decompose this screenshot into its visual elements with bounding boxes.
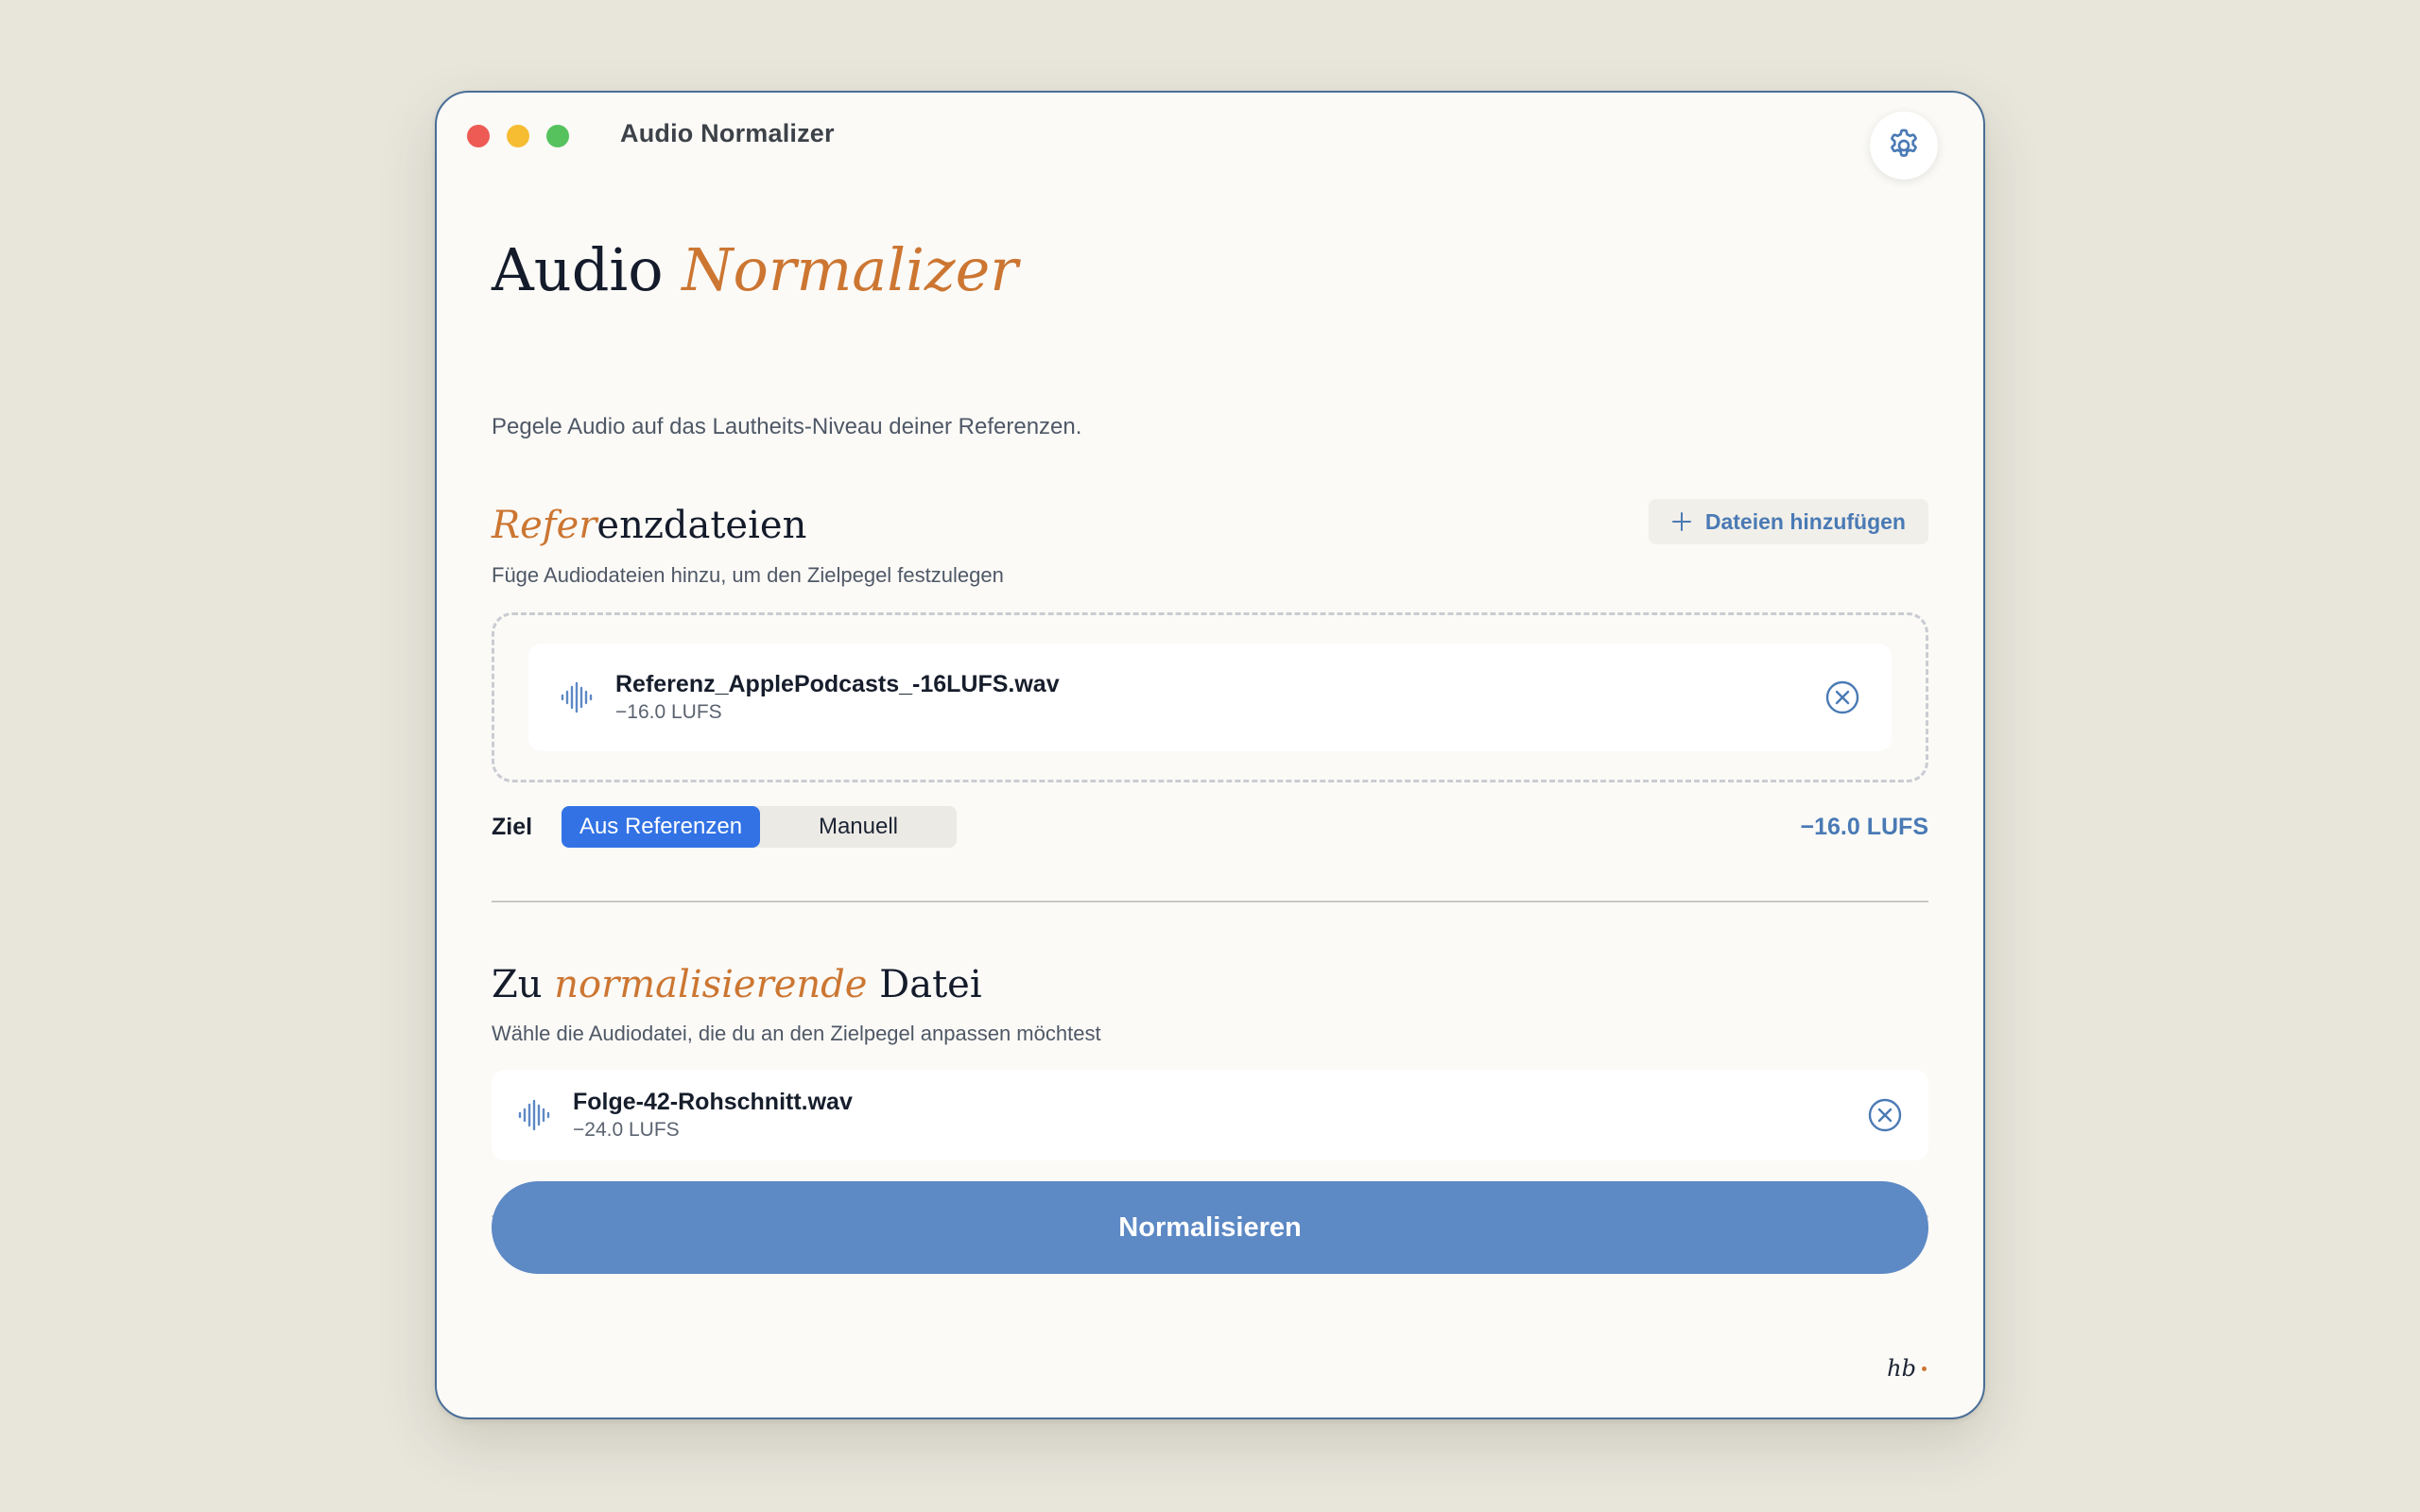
title-bar: Audio Normalizer xyxy=(437,93,1983,183)
reference-file-info: Referenz_ApplePodcasts_-16LUFS.wav −16.0… xyxy=(615,669,1824,726)
references-title-rest: enzdateien xyxy=(596,504,807,547)
close-circle-icon[interactable] xyxy=(1824,679,1861,716)
input-title-start: Zu xyxy=(492,963,555,1006)
input-file-lufs: −24.0 LUFS xyxy=(573,1119,680,1141)
target-label: Ziel xyxy=(492,813,533,840)
input-file-name: Folge-42-Rohschnitt.wav xyxy=(573,1089,853,1115)
input-description: Wähle die Audiodatei, die du an den Ziel… xyxy=(492,1022,1101,1045)
add-files-label: Dateien hinzufügen xyxy=(1704,508,1906,534)
reference-file-row: Referenz_ApplePodcasts_-16LUFS.wav −16.0… xyxy=(528,644,1892,751)
window-title: Audio Normalizer xyxy=(620,119,835,147)
target-mode-switch: Aus Referenzen Manuell xyxy=(562,806,957,848)
normalize-button[interactable]: Normalisieren xyxy=(492,1181,1928,1274)
window-close-button[interactable] xyxy=(467,125,490,147)
references-title-accent: Refer xyxy=(492,504,597,547)
target-option-manual[interactable]: Manuell xyxy=(760,806,957,848)
waveform-icon xyxy=(561,681,593,713)
target-option-from-references[interactable]: Aus Referenzen xyxy=(562,806,760,848)
plus-icon xyxy=(1671,512,1691,531)
close-circle-icon[interactable] xyxy=(1866,1096,1904,1134)
app-title-accent: Normalizer xyxy=(682,235,1018,304)
settings-button[interactable] xyxy=(1870,112,1938,180)
input-title: Zu normalisierende Datei xyxy=(492,960,982,1009)
waveform-icon xyxy=(518,1099,550,1131)
reference-dropzone[interactable]: Referenz_ApplePodcasts_-16LUFS.wav −16.0… xyxy=(492,612,1928,782)
target-value: −16.0 LUFS xyxy=(1800,813,1928,840)
footer-logo-text: hb xyxy=(1887,1355,1916,1382)
footer-logo-dot xyxy=(1922,1366,1927,1371)
references-description: Füge Audiodateien hinzu, um den Zielpege… xyxy=(492,563,1004,587)
app-title: Audio Normalizer xyxy=(492,234,1018,306)
input-title-end: Datei xyxy=(867,963,982,1006)
app-window: Audio Normalizer Audio Normalizer Pegele… xyxy=(435,91,1985,1419)
reference-file-name: Referenz_ApplePodcasts_-16LUFS.wav xyxy=(615,671,1060,697)
target-row: Ziel Aus Referenzen Manuell −16.0 LUFS xyxy=(492,805,1928,849)
reference-file-lufs: −16.0 LUFS xyxy=(615,701,722,723)
section-divider xyxy=(492,901,1928,902)
app-title-plain: Audio xyxy=(492,235,664,304)
footer-logo: hb xyxy=(1887,1355,1927,1382)
app-subtitle: Pegele Audio auf das Lautheits-Niveau de… xyxy=(492,414,1082,439)
gear-icon xyxy=(1891,129,1917,157)
references-title: Referenzdateien xyxy=(492,501,806,550)
input-file-row[interactable]: Folge-42-Rohschnitt.wav −24.0 LUFS xyxy=(492,1070,1928,1160)
input-file-info: Folge-42-Rohschnitt.wav −24.0 LUFS xyxy=(573,1087,1866,1143)
add-files-button[interactable]: Dateien hinzufügen xyxy=(1648,499,1928,544)
window-maximize-button[interactable] xyxy=(546,125,569,147)
window-minimize-button[interactable] xyxy=(507,125,529,147)
input-title-accent: normalisierende xyxy=(554,963,868,1006)
